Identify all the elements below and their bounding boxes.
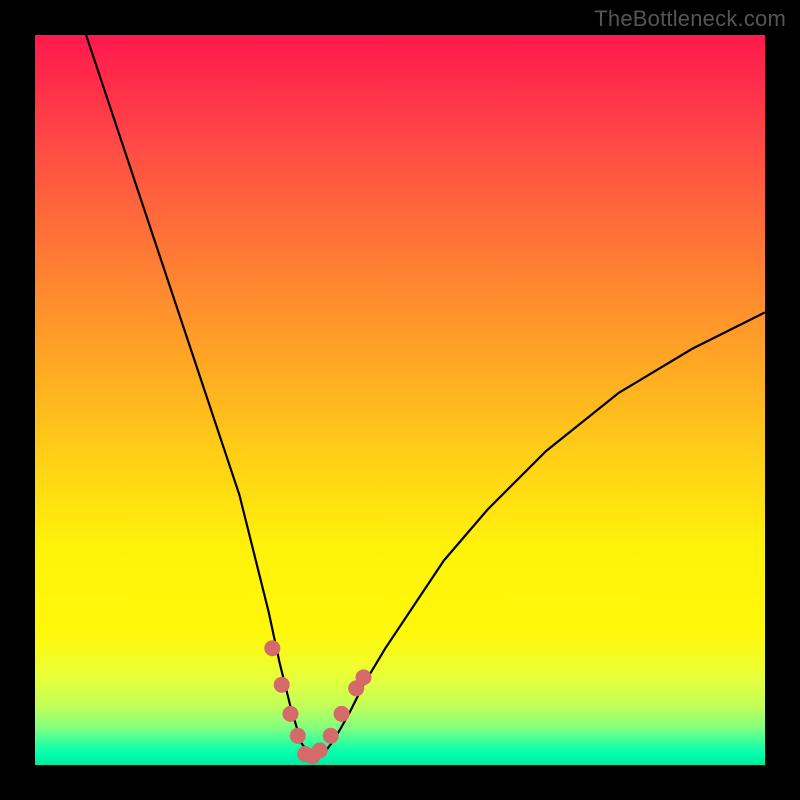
marker-dot bbox=[290, 728, 306, 744]
marker-dot bbox=[274, 677, 290, 693]
marker-dot bbox=[264, 640, 280, 656]
marker-dot bbox=[283, 706, 299, 722]
curve-path bbox=[86, 35, 765, 758]
marker-dot bbox=[312, 742, 328, 758]
watermark-text: TheBottleneck.com bbox=[594, 6, 786, 32]
plot-area bbox=[35, 35, 765, 765]
chart-frame: TheBottleneck.com bbox=[0, 0, 800, 800]
bottleneck-curve bbox=[35, 35, 765, 765]
marker-dot bbox=[323, 728, 339, 744]
marker-dot bbox=[334, 706, 350, 722]
marker-dot bbox=[356, 669, 372, 685]
